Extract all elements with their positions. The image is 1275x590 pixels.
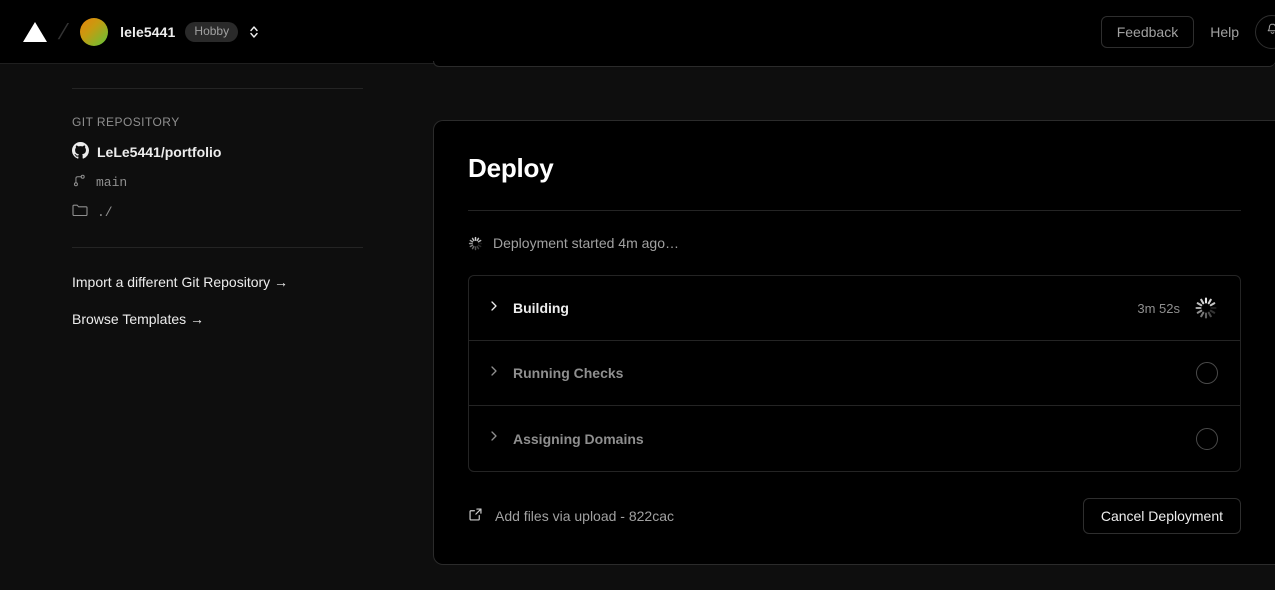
deployment-status-text: Deployment started 4m ago… — [493, 235, 679, 251]
help-link[interactable]: Help — [1210, 24, 1239, 40]
chevron-right-icon[interactable] — [487, 364, 513, 383]
step-status-group: 3m 52s — [1137, 296, 1218, 320]
sidebar-section-title: GIT REPOSITORY — [72, 115, 180, 129]
browse-templates-link[interactable]: Browse Templates → — [72, 311, 204, 327]
sidebar-directory: ./ — [72, 203, 400, 221]
folder-icon — [72, 203, 88, 221]
deploy-card: Deploy Deployment started 4m ago… Buildi… — [433, 120, 1275, 565]
avatar[interactable] — [80, 17, 109, 46]
git-branch-icon — [72, 173, 87, 192]
repository-name: LeLe5441/portfolio — [97, 144, 222, 160]
pending-circle-icon — [1196, 427, 1218, 450]
commit-message: Add files via upload - 822cac — [495, 508, 674, 524]
notifications-button[interactable] — [1255, 14, 1275, 49]
team-name[interactable]: lele5441 — [120, 24, 175, 40]
branch-name: main — [96, 175, 128, 190]
breadcrumb-separator: / — [56, 18, 71, 44]
sidebar-divider-bottom — [72, 247, 363, 248]
external-link-icon — [468, 507, 483, 525]
deployment-step-assigning-domains[interactable]: Assigning Domains — [469, 406, 1240, 471]
github-icon — [72, 142, 89, 162]
deployment-step-running-checks[interactable]: Running Checks — [469, 341, 1240, 406]
chevron-up-down-icon[interactable] — [238, 23, 260, 41]
commit-link[interactable]: Add files via upload - 822cac — [468, 507, 674, 525]
deploy-card-divider — [468, 210, 1241, 211]
chevron-right-icon[interactable] — [487, 299, 513, 318]
deploy-card-footer: Add files via upload - 822cac Cancel Dep… — [468, 498, 1241, 534]
top-navigation-bar: / lele5441 Hobby Feedback Help — [0, 0, 1275, 64]
previous-card-bottom-edge — [433, 61, 1275, 67]
bell-icon — [1265, 22, 1275, 42]
loading-spinner-icon — [1194, 296, 1218, 320]
chevron-right-icon[interactable] — [487, 429, 513, 448]
app-root: / lele5441 Hobby Feedback Help GIT REPOS… — [0, 0, 1275, 590]
deployment-status: Deployment started 4m ago… — [468, 235, 1241, 251]
step-duration: 3m 52s — [1137, 300, 1180, 316]
topbar-left-group: / lele5441 Hobby — [0, 17, 260, 46]
status-badge: Hobby — [185, 21, 239, 42]
step-label: Running Checks — [513, 365, 624, 381]
import-repository-link[interactable]: Import a different Git Repository → — [72, 274, 288, 290]
deployment-steps-list: Building 3m 52s Running Checks Assigning… — [468, 275, 1241, 472]
pending-circle-icon — [1196, 362, 1218, 384]
feedback-button[interactable]: Feedback — [1100, 15, 1195, 48]
vercel-triangle-icon[interactable] — [22, 21, 48, 43]
directory-path: ./ — [97, 204, 113, 220]
step-status-group — [1182, 362, 1218, 384]
deployment-step-building[interactable]: Building 3m 52s — [469, 276, 1240, 341]
step-status-group — [1182, 427, 1218, 450]
sidebar-repository[interactable]: LeLe5441/portfolio — [72, 142, 400, 162]
loading-spinner-icon — [468, 236, 483, 251]
step-label: Assigning Domains — [513, 430, 644, 447]
sidebar-branch: main — [72, 173, 400, 192]
page-title: Deploy — [468, 153, 554, 183]
step-label: Building — [513, 300, 569, 316]
cancel-deployment-button[interactable]: Cancel Deployment — [1082, 498, 1241, 534]
topbar-right-group: Feedback Help — [1100, 14, 1275, 49]
sidebar-divider-top — [72, 88, 363, 89]
sidebar: GIT REPOSITORY LeLe5441/portfolio main .… — [0, 64, 400, 329]
